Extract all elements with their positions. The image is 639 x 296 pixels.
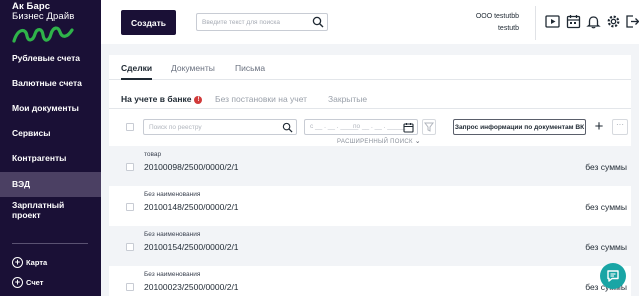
sidebar-item-ved[interactable]: ВЭД <box>0 172 101 197</box>
deal-number[interactable]: 20100023/2500/0000/2/1 <box>144 282 239 292</box>
add-deal-button[interactable]: + <box>592 119 606 135</box>
sidebar: Ак Барс Бизнес Драйв Рублевые счета Валю… <box>0 0 101 296</box>
sidebar-item-currency-accounts[interactable]: Валютные счета <box>0 71 101 96</box>
deals-panel: Сделки Документы Письма На учете в банке… <box>109 55 631 296</box>
sidebar-divider <box>12 243 88 244</box>
subtab-registered[interactable]: На учете в банке! <box>121 94 203 104</box>
calendar-icon[interactable] <box>566 14 581 29</box>
subtab-unregistered[interactable]: Без постановки на учет <box>215 94 307 104</box>
chat-icon <box>607 270 619 282</box>
deal-description: Без наименования <box>144 271 201 278</box>
row-checkbox[interactable] <box>126 243 134 251</box>
deal-amount: без суммы <box>585 202 627 212</box>
logo-mark-icon <box>12 26 74 43</box>
tab-letters[interactable]: Письма <box>235 55 265 80</box>
plus-circle-icon: + <box>12 276 23 288</box>
sidebar-item-services[interactable]: Сервисы <box>0 121 101 146</box>
chat-button[interactable] <box>600 263 626 289</box>
select-all-checkbox[interactable] <box>126 123 134 131</box>
subtab-bar: На учете в банке! Без постановки на учет… <box>109 93 631 109</box>
create-button[interactable]: Создать <box>121 10 176 35</box>
global-search-input[interactable] <box>202 17 310 28</box>
date-range-input[interactable]: с __ . __ . _____ по __ . __ . _____ <box>304 119 418 135</box>
row-checkbox[interactable] <box>126 283 134 291</box>
bell-icon[interactable] <box>586 14 601 29</box>
more-options-button[interactable]: ··· <box>612 119 628 135</box>
registry-search-input[interactable] <box>149 122 275 133</box>
tab-documents[interactable]: Документы <box>171 55 215 80</box>
chevron-down-icon: ⌄ <box>414 138 421 145</box>
plus-circle-icon: + <box>12 256 23 268</box>
add-card-button[interactable]: + Карта <box>12 255 47 269</box>
deal-number[interactable]: 20100154/2500/0000/2/1 <box>144 242 239 252</box>
add-account-button[interactable]: + Счет <box>12 275 43 289</box>
add-card-label: Карта <box>26 257 48 267</box>
logo-line-2: Бизнес Драйв <box>12 11 75 22</box>
table-row[interactable]: Без наименования 20100023/2500/0000/2/1 … <box>109 266 631 296</box>
global-search <box>196 13 328 31</box>
deal-description: Без наименования <box>144 191 201 198</box>
deal-amount: без суммы <box>585 162 627 172</box>
date-to: по __ . __ . _____ <box>353 123 406 130</box>
advanced-search-toggle[interactable]: РАСШИРЕННЫЙ ПОИСК ⌄ <box>337 137 421 145</box>
sidebar-item-rub-accounts[interactable]: Рублевые счета <box>0 46 101 71</box>
tab-deals[interactable]: Сделки <box>121 55 153 80</box>
deal-number[interactable]: 20100098/2500/0000/2/1 <box>144 162 239 172</box>
user-login: testutb <box>497 25 519 32</box>
sidebar-item-counterparties[interactable]: Контрагенты <box>0 146 101 171</box>
row-checkbox[interactable] <box>126 163 134 171</box>
advanced-search-label: РАСШИРЕННЫЙ ПОИСК <box>337 139 413 145</box>
sidebar-item-salary-project[interactable]: Зарплатный проект <box>0 198 70 226</box>
add-account-label: Счет <box>26 277 44 287</box>
table-row[interactable]: Без наименования 20100148/2500/0000/2/1 … <box>109 186 631 226</box>
play-icon[interactable] <box>545 14 560 29</box>
table-row[interactable]: Без наименования 20100154/2500/0000/2/1 … <box>109 226 631 266</box>
filter-button[interactable] <box>422 119 436 135</box>
search-icon[interactable] <box>282 122 293 133</box>
filter-icon <box>424 122 434 132</box>
tab-bar: Сделки Документы Письма <box>109 55 631 80</box>
search-icon[interactable] <box>312 16 324 28</box>
registry-search <box>143 119 297 135</box>
subtab-closed[interactable]: Закрытые <box>328 94 367 104</box>
filter-bar: с __ . __ . _____ по __ . __ . _____ Зап… <box>109 119 631 137</box>
header: Создать ООО testutbb testutb <box>101 0 639 44</box>
company-name[interactable]: ООО testutbb <box>476 13 519 20</box>
gear-icon[interactable] <box>606 14 621 29</box>
sidebar-item-my-documents[interactable]: Мои документы <box>0 96 101 121</box>
date-from: с __ . __ . _____ <box>310 123 359 130</box>
deal-amount: без суммы <box>585 242 627 252</box>
subtab-registered-label: На учете в банке <box>121 94 192 104</box>
request-info-button[interactable]: Запрос информации по документам ВК <box>453 119 586 135</box>
alert-badge: ! <box>194 96 203 104</box>
deal-description: товар <box>144 151 162 158</box>
main-area: Сделки Документы Письма На учете в банке… <box>101 44 639 296</box>
deal-description: Без наименования <box>144 231 201 238</box>
header-divider <box>535 6 536 40</box>
calendar-icon[interactable] <box>403 122 414 133</box>
deal-number[interactable]: 20100148/2500/0000/2/1 <box>144 202 239 212</box>
table-row[interactable]: товар 20100098/2500/0000/2/1 без суммы <box>109 146 631 186</box>
row-checkbox[interactable] <box>126 203 134 211</box>
logout-icon[interactable] <box>625 14 639 29</box>
logo[interactable]: Ак Барс Бизнес Драйв <box>12 2 75 43</box>
